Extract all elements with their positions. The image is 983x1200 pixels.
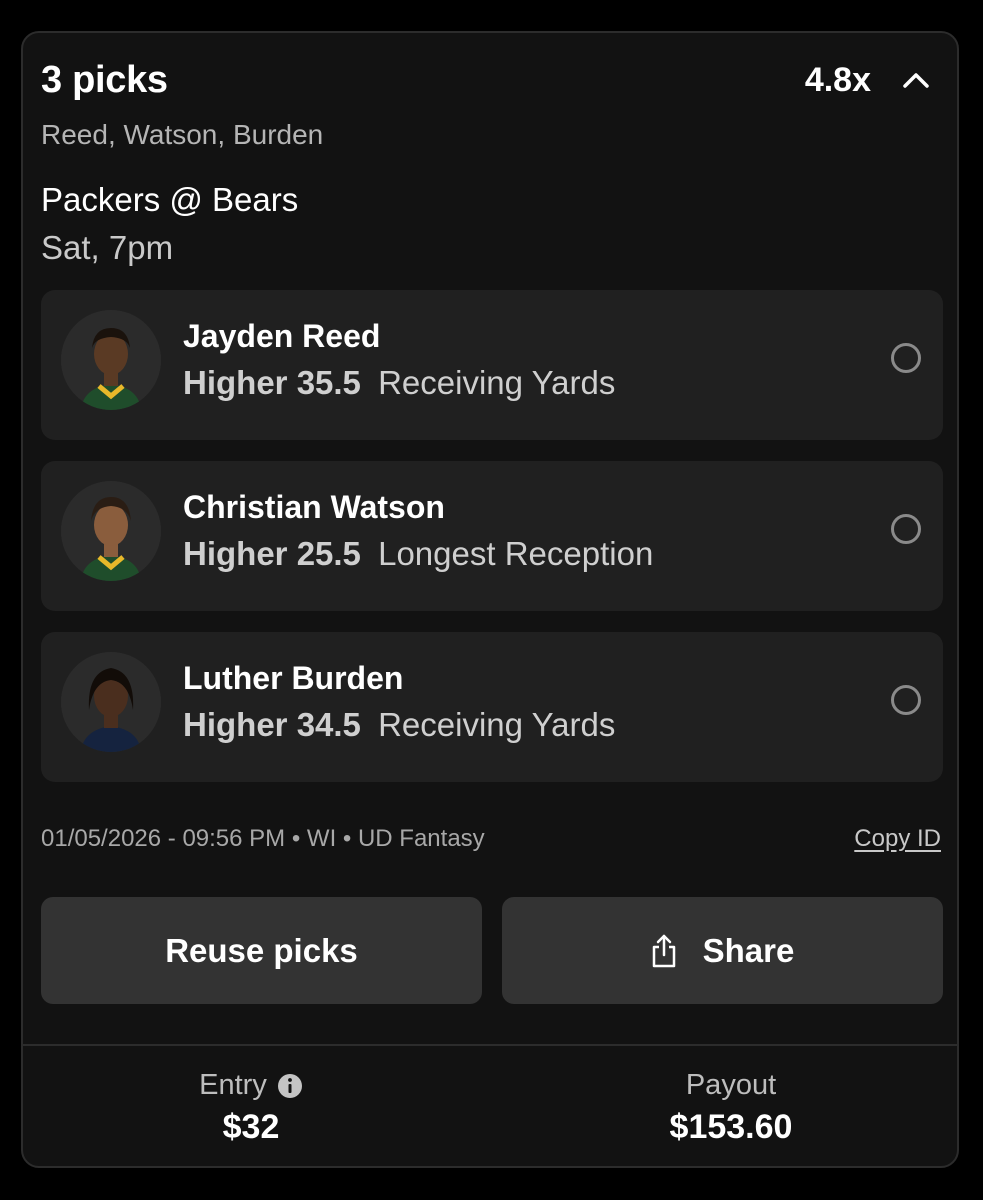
pick-status-circle-icon: [891, 343, 921, 373]
pick-direction: Higher: [183, 364, 288, 401]
pick-stat: Longest Reception: [378, 535, 654, 572]
pick-status-circle-icon: [891, 685, 921, 715]
chevron-up-icon: [903, 73, 929, 88]
share-icon: [651, 934, 677, 968]
entry-metadata: 01/05/2026 - 09:56 PM • WI • UD Fantasy: [41, 825, 485, 852]
pick-stat: Receiving Yards: [378, 706, 616, 743]
pick-stat: Receiving Yards: [378, 364, 616, 401]
pick-line: Higher 34.5 Receiving Yards: [183, 706, 615, 744]
entry-label: Entry: [199, 1069, 267, 1101]
payout-amount: $153.60: [669, 1108, 793, 1146]
player-avatar: [61, 310, 161, 410]
pick-value: 35.5: [296, 364, 361, 401]
pick-line: Higher 35.5 Receiving Yards: [183, 364, 615, 402]
pick-direction: Higher: [183, 706, 288, 743]
reuse-picks-label: Reuse picks: [165, 931, 358, 969]
entry-summary: Entry $32: [31, 1069, 471, 1147]
pick-row[interactable]: Jayden Reed Higher 35.5 Receiving Yards: [41, 290, 943, 440]
share-label: Share: [702, 931, 795, 969]
collapse-button[interactable]: [899, 63, 933, 97]
share-button[interactable]: Share: [502, 897, 943, 1004]
player-name: Luther Burden: [183, 660, 404, 696]
pick-direction: Higher: [183, 535, 288, 572]
pick-value: 34.5: [296, 706, 361, 743]
picks-count-title: 3 picks: [41, 59, 168, 101]
player-avatar: [61, 481, 161, 581]
pick-card: 3 picks 4.8x Reed, Watson, Burden Packer…: [21, 31, 959, 1168]
copy-id-link[interactable]: Copy ID: [854, 825, 941, 853]
reuse-picks-button[interactable]: Reuse picks: [41, 897, 482, 1004]
footer-divider: [23, 1044, 957, 1046]
player-avatar: [61, 652, 161, 752]
entry-amount: $32: [222, 1108, 280, 1146]
entry-label-row: Entry: [199, 1069, 303, 1102]
pick-row[interactable]: Christian Watson Higher 25.5 Longest Rec…: [41, 461, 943, 611]
pick-value: 25.5: [296, 535, 361, 572]
payout-label: Payout: [685, 1069, 777, 1101]
pick-row[interactable]: Luther Burden Higher 34.5 Receiving Yard…: [41, 632, 943, 782]
game-time: Sat, 7pm: [41, 229, 174, 266]
player-name: Christian Watson: [183, 489, 445, 525]
player-name: Jayden Reed: [183, 318, 381, 354]
pick-line: Higher 25.5 Longest Reception: [183, 535, 653, 573]
game-matchup: Packers @ Bears: [41, 181, 299, 218]
players-summary: Reed, Watson, Burden: [41, 119, 324, 150]
pick-status-circle-icon: [891, 514, 921, 544]
payout-summary: Payout $153.60: [511, 1069, 951, 1147]
info-icon[interactable]: [277, 1073, 303, 1099]
payout-multiplier: 4.8x: [804, 61, 871, 99]
